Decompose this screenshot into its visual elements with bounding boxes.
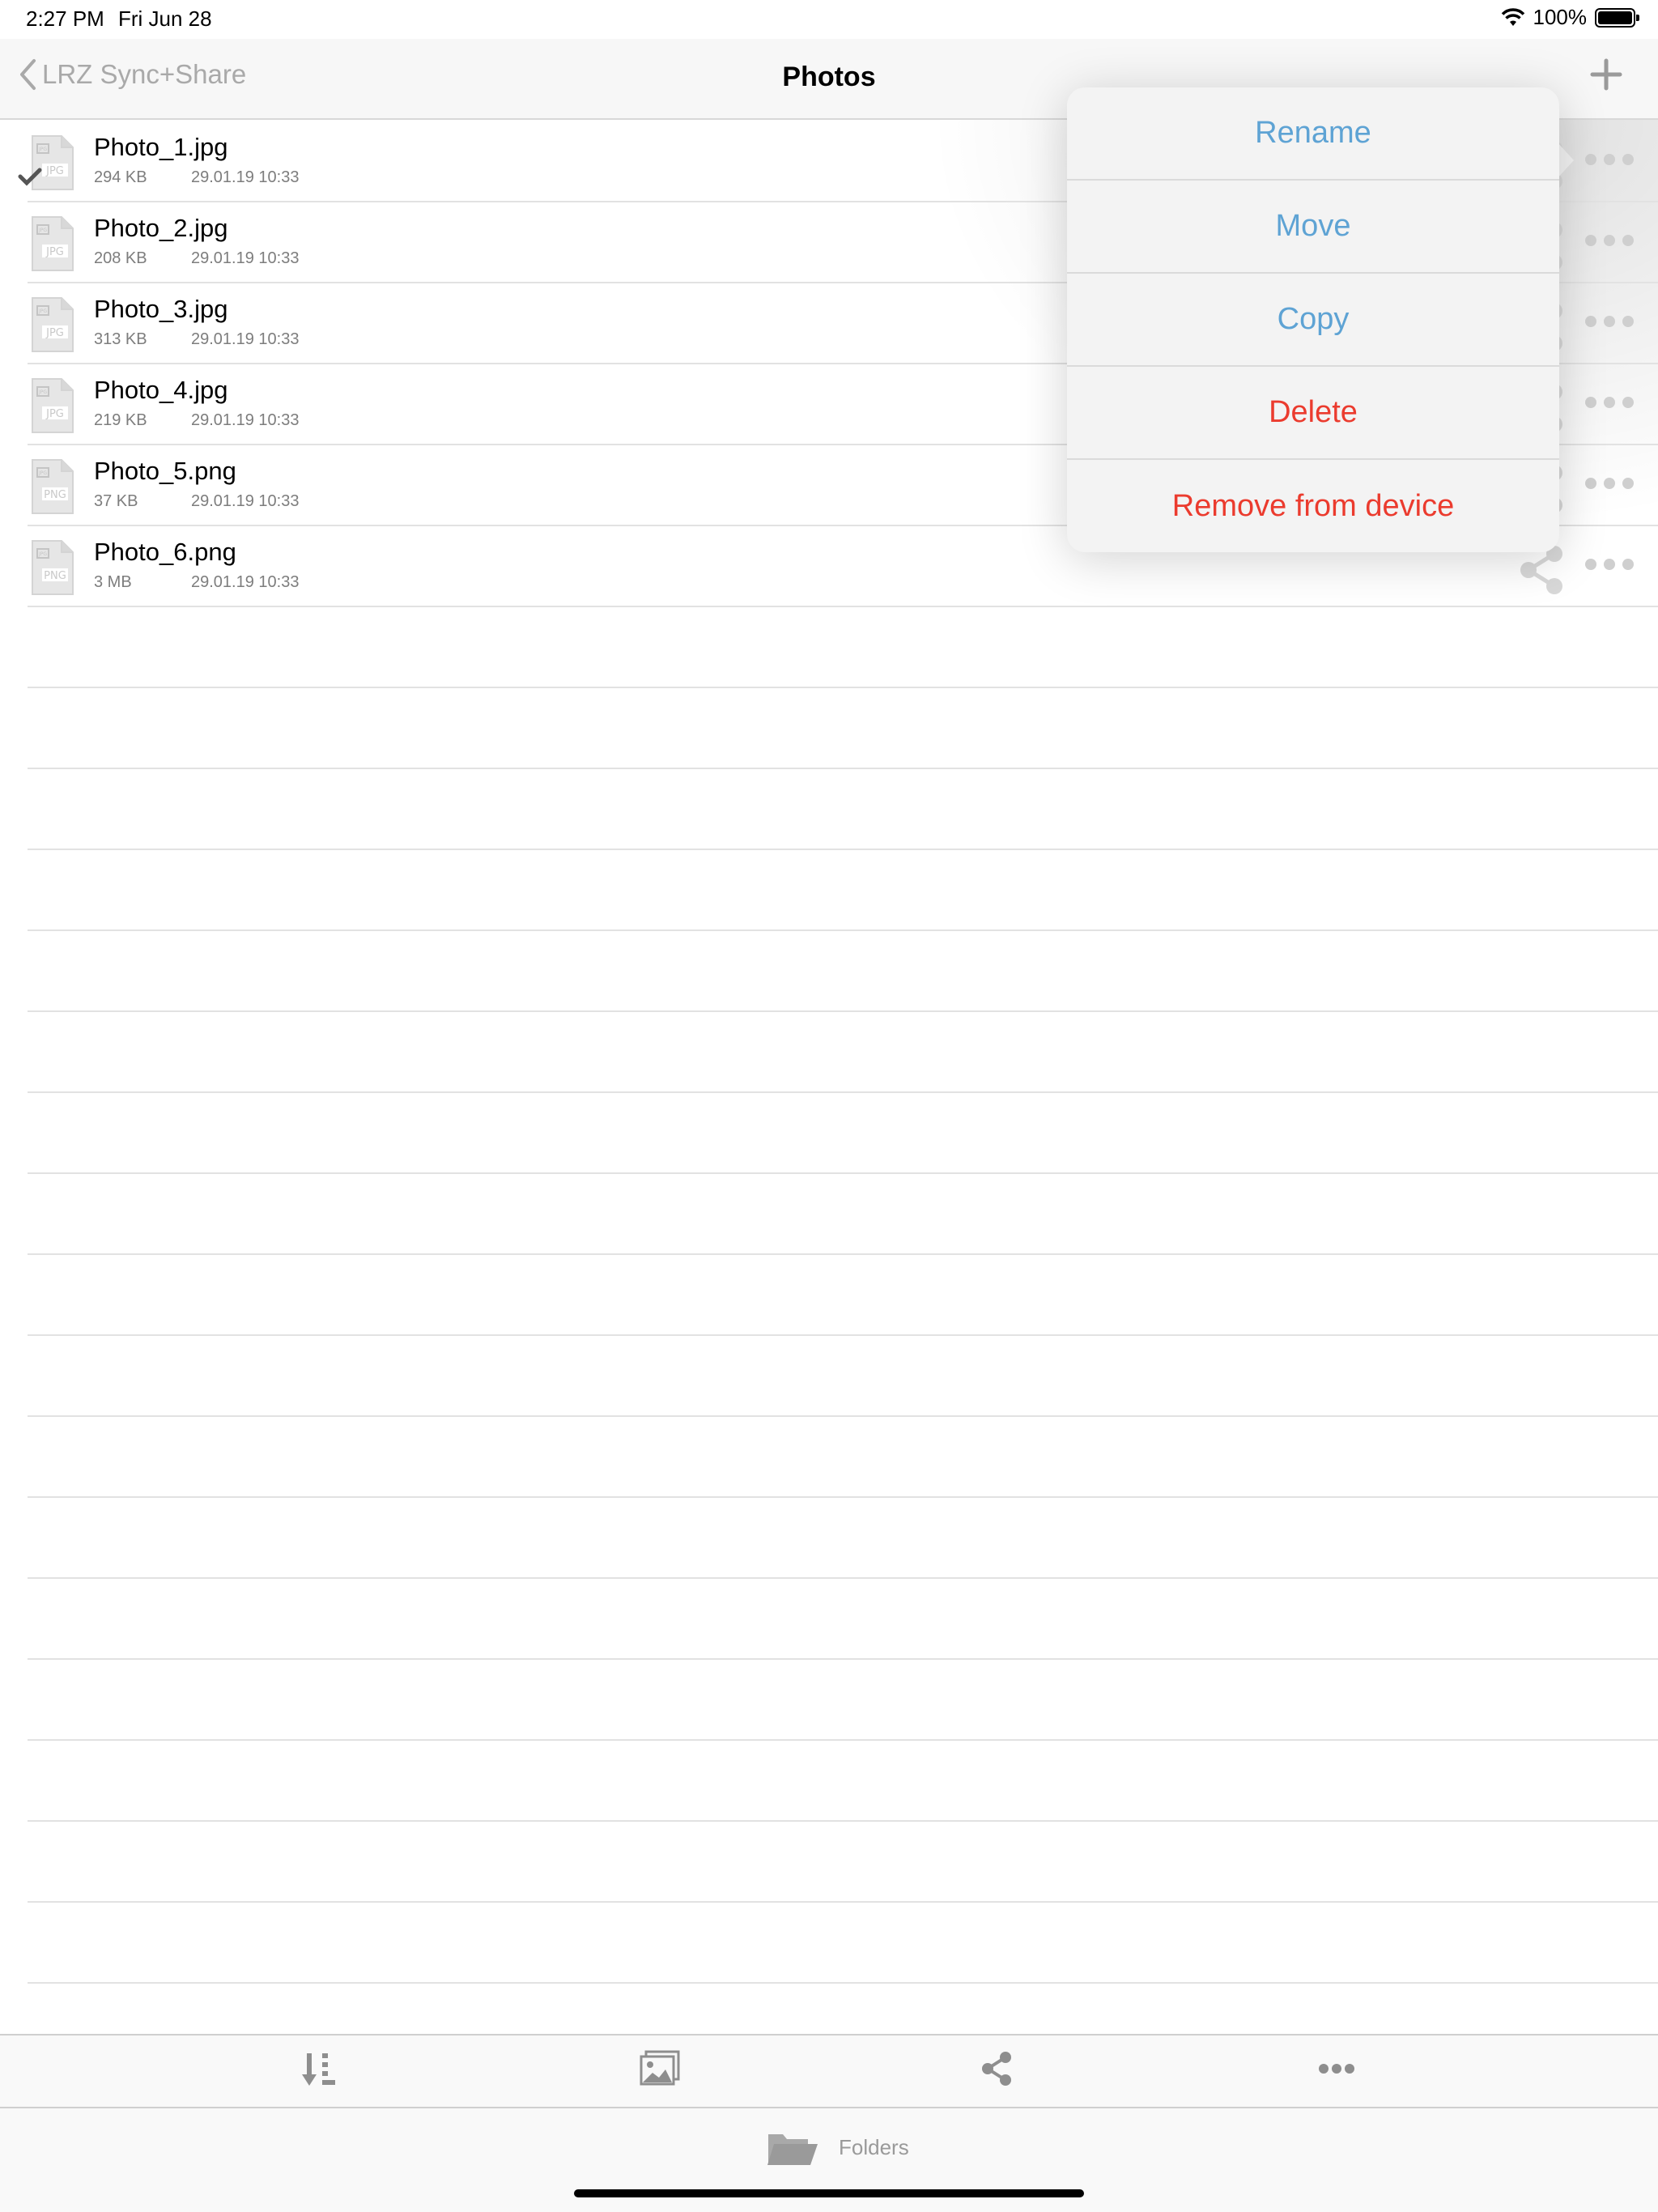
more-icon[interactable] xyxy=(1584,314,1635,329)
more-icon[interactable] xyxy=(1584,476,1635,491)
file-size: 294 KB xyxy=(94,168,147,186)
file-name: Photo_2.jpg xyxy=(94,214,228,242)
empty-row xyxy=(28,1255,1658,1336)
rename-button[interactable]: Rename xyxy=(1067,87,1559,181)
wifi-icon xyxy=(1501,7,1524,26)
empty-row xyxy=(28,1741,1658,1822)
empty-row xyxy=(28,1903,1658,1984)
tab-folders-label: Folders xyxy=(839,2134,909,2159)
empty-row xyxy=(28,931,1658,1012)
sort-button[interactable] xyxy=(301,2050,337,2095)
file-ext-label: JPG xyxy=(45,327,64,339)
empty-row xyxy=(28,1579,1658,1660)
image-icon xyxy=(640,2050,680,2086)
sort-icon xyxy=(302,2053,335,2086)
more-icon xyxy=(1319,2064,1354,2074)
add-button[interactable] xyxy=(1590,58,1622,95)
file-name: Photo_4.jpg xyxy=(94,376,228,404)
svg-text:JPG: JPG xyxy=(38,147,47,152)
file-ext-label: JPG xyxy=(45,246,64,258)
file-type-icon: JPG JPG xyxy=(32,297,74,352)
file-type-icon: JPG PNG xyxy=(32,540,74,595)
bottom-toolbar xyxy=(0,2034,1658,2107)
empty-row xyxy=(28,769,1658,850)
more-icon[interactable] xyxy=(1584,233,1635,248)
empty-row xyxy=(28,1093,1658,1174)
file-date: 29.01.19 10:33 xyxy=(191,249,300,267)
file-date: 29.01.19 10:33 xyxy=(191,492,300,510)
svg-text:JPG: JPG xyxy=(38,389,47,395)
more-icon[interactable] xyxy=(1584,557,1635,572)
remove-from-device-button[interactable]: Remove from device xyxy=(1067,460,1559,552)
file-name: Photo_3.jpg xyxy=(94,295,228,323)
file-date: 29.01.19 10:33 xyxy=(191,411,300,429)
svg-text:JPG: JPG xyxy=(38,308,47,314)
folder-icon xyxy=(767,2134,818,2165)
file-ext-label: PNG xyxy=(44,489,66,501)
file-size: 3 MB xyxy=(94,573,132,591)
file-name: Photo_1.jpg xyxy=(94,133,228,161)
more-toolbar-button[interactable] xyxy=(1318,2063,1355,2078)
copy-button[interactable]: Copy xyxy=(1067,274,1559,367)
more-icon[interactable] xyxy=(1584,395,1635,410)
empty-row xyxy=(28,1336,1658,1417)
tab-folders[interactable]: Folders xyxy=(766,2128,909,2167)
empty-list-area xyxy=(28,607,1658,1984)
plus-icon xyxy=(1590,58,1622,91)
status-date: Fri Jun 28 xyxy=(118,6,212,31)
file-size: 219 KB xyxy=(94,411,147,429)
svg-text:JPG: JPG xyxy=(38,551,47,557)
move-button[interactable]: Move xyxy=(1067,181,1559,274)
share-toolbar-button[interactable] xyxy=(978,2050,1015,2091)
status-indicators: 100% xyxy=(1501,5,1639,30)
file-size: 37 KB xyxy=(94,492,138,510)
file-name: Photo_6.png xyxy=(94,538,236,566)
more-icon[interactable] xyxy=(1584,152,1635,167)
action-popover: Rename Move Copy Delete Remove from devi… xyxy=(1067,87,1559,552)
file-ext-label: JPG xyxy=(45,165,64,177)
home-indicator xyxy=(574,2189,1084,2197)
empty-row xyxy=(28,1174,1658,1255)
empty-row xyxy=(28,1660,1658,1741)
empty-row xyxy=(28,850,1658,931)
empty-row xyxy=(28,688,1658,769)
empty-row xyxy=(28,1012,1658,1093)
empty-row xyxy=(28,1417,1658,1498)
empty-row xyxy=(28,1822,1658,1903)
empty-row xyxy=(28,607,1658,688)
file-type-icon: JPG JPG xyxy=(32,378,74,433)
file-ext-label: PNG xyxy=(44,570,66,582)
empty-row xyxy=(28,1498,1658,1579)
file-type-icon: JPG JPG xyxy=(32,216,74,271)
svg-text:JPG: JPG xyxy=(38,470,47,476)
svg-text:JPG: JPG xyxy=(38,228,47,233)
file-ext-label: JPG xyxy=(45,408,64,420)
delete-button[interactable]: Delete xyxy=(1067,367,1559,460)
status-bar: 2:27 PM Fri Jun 28 100% xyxy=(0,0,1658,39)
file-size: 208 KB xyxy=(94,249,147,267)
file-date: 29.01.19 10:33 xyxy=(191,168,300,186)
file-size: 313 KB xyxy=(94,330,147,348)
battery-icon xyxy=(1595,7,1639,28)
file-date: 29.01.19 10:33 xyxy=(191,330,300,348)
checkmark-icon xyxy=(18,168,42,186)
gallery-button[interactable] xyxy=(640,2050,680,2091)
status-time: 2:27 PM xyxy=(26,6,104,31)
battery-percent: 100% xyxy=(1533,5,1588,29)
file-name: Photo_5.png xyxy=(94,457,236,485)
share-icon xyxy=(982,2052,1011,2086)
file-date: 29.01.19 10:33 xyxy=(191,573,300,591)
file-type-icon: JPG PNG xyxy=(32,459,74,514)
